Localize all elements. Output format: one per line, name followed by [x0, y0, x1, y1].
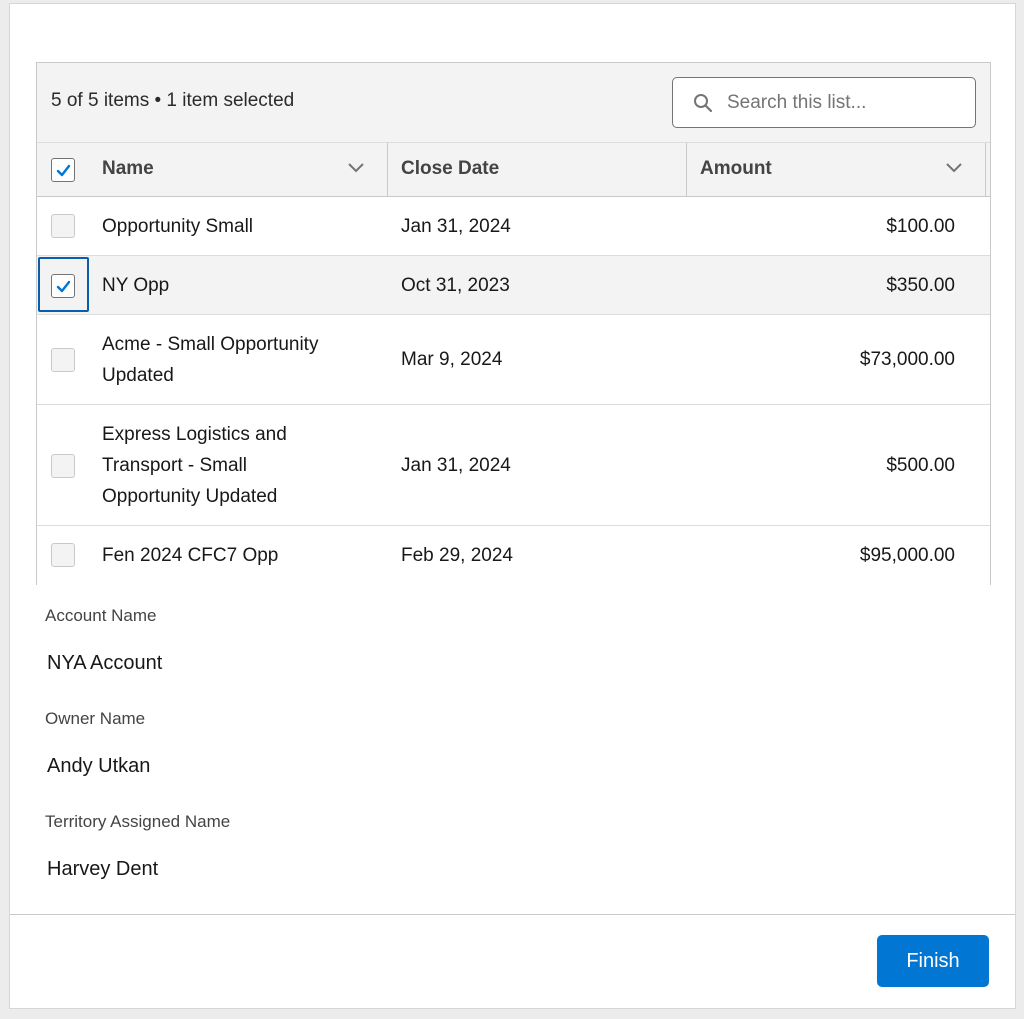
search-input[interactable]	[725, 87, 965, 118]
amount: $500.00	[886, 455, 955, 476]
column-header-close-date[interactable]: Close Date	[388, 143, 686, 196]
finish-button[interactable]: Finish	[877, 935, 989, 987]
column-header-row: Name Close Date Amount	[37, 143, 990, 197]
amount: $100.00	[886, 216, 955, 237]
column-divider	[985, 143, 986, 196]
select-all-checkbox[interactable]	[51, 158, 75, 182]
close-date: Feb 29, 2024	[401, 545, 513, 566]
table-row[interactable]: NY Opp Oct 31, 2023 $350.00	[37, 256, 990, 315]
table-row[interactable]: Acme - Small Opportunity Updated Mar 9, …	[37, 315, 990, 405]
account-name-label: Account Name	[45, 606, 157, 625]
owner-name-label: Owner Name	[45, 709, 146, 728]
territory-name-label: Territory Assigned Name	[45, 812, 231, 831]
row-checkbox[interactable]	[51, 214, 75, 238]
opportunity-name: Opportunity Small	[102, 216, 254, 237]
search-icon	[694, 94, 713, 113]
close-date: Oct 31, 2023	[401, 275, 510, 296]
territory-name-value: Harvey Dent	[47, 858, 159, 880]
column-header-amount-label: Amount	[700, 158, 772, 179]
row-checkbox[interactable]	[51, 274, 75, 298]
amount: $350.00	[886, 275, 955, 296]
footer-divider	[10, 914, 1015, 915]
chevron-down-icon[interactable]	[945, 162, 963, 174]
column-header-name[interactable]: Name	[89, 143, 387, 196]
column-header-close-date-label: Close Date	[401, 158, 500, 179]
opportunity-name: Fen 2024 CFC7 Opp	[102, 545, 279, 566]
amount: $95,000.00	[859, 545, 955, 566]
flow-screen-card: 5 of 5 items • 1 item selected Name	[9, 3, 1016, 1009]
account-name-value: NYA Account	[47, 652, 163, 674]
row-checkbox[interactable]	[51, 543, 75, 567]
close-date: Jan 31, 2024	[401, 216, 511, 237]
table-row[interactable]: Fen 2024 CFC7 Opp Feb 29, 2024 $95,000.0…	[37, 526, 990, 585]
checkmark-icon	[56, 164, 71, 177]
owner-name-value: Andy Utkan	[47, 755, 151, 777]
opportunity-name: Express Logistics and Transport - Small …	[102, 424, 287, 507]
row-checkbox[interactable]	[51, 348, 75, 372]
column-header-amount[interactable]: Amount	[687, 143, 985, 196]
close-date: Mar 9, 2024	[401, 349, 503, 370]
table-row[interactable]: Opportunity Small Jan 31, 2024 $100.00	[37, 197, 990, 256]
checkmark-icon	[56, 280, 71, 293]
opportunities-datatable: 5 of 5 items • 1 item selected Name	[36, 62, 991, 585]
item-count-text: 5 of 5 items • 1 item selected	[51, 90, 295, 111]
search-box[interactable]	[672, 77, 976, 128]
chevron-down-icon[interactable]	[347, 162, 365, 174]
amount: $73,000.00	[859, 349, 955, 370]
datatable-header: 5 of 5 items • 1 item selected	[37, 63, 990, 143]
close-date: Jan 31, 2024	[401, 455, 511, 476]
row-checkbox[interactable]	[51, 454, 75, 478]
opportunity-name: NY Opp	[102, 275, 170, 296]
opportunity-name: Acme - Small Opportunity Updated	[102, 334, 319, 386]
column-header-name-label: Name	[102, 158, 154, 179]
table-row[interactable]: Express Logistics and Transport - Small …	[37, 405, 990, 526]
